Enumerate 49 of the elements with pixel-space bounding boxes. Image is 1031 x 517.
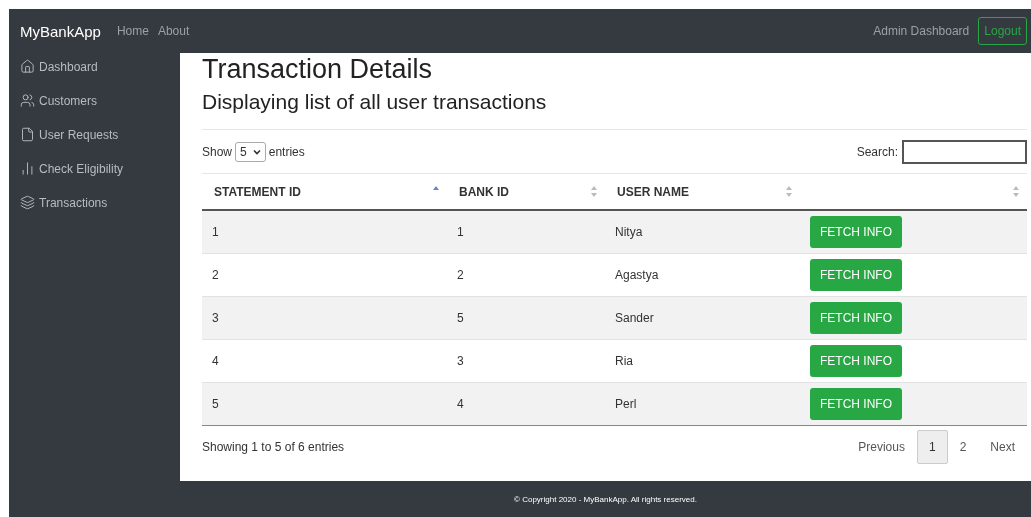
table-cell: Agastya bbox=[605, 253, 800, 296]
table-cell: 1 bbox=[447, 210, 605, 253]
entries-select[interactable]: 5 bbox=[235, 141, 266, 162]
sidebar-item[interactable]: Dashboard bbox=[20, 56, 180, 77]
table-cell: 4 bbox=[447, 382, 605, 425]
footer: © Copyright 2020 - MyBankApp. All rights reserved. bbox=[180, 481, 1031, 517]
users-icon bbox=[20, 93, 35, 108]
show-label: Show bbox=[202, 144, 233, 159]
fetch-info-button[interactable]: FETCH INFO bbox=[810, 344, 902, 377]
fetch-info-button[interactable]: FETCH INFO bbox=[810, 215, 902, 248]
file-icon bbox=[20, 127, 35, 142]
table-cell: 2 bbox=[202, 253, 447, 296]
page-subtitle: Displaying list of all user transactions bbox=[202, 90, 1027, 130]
table-info: Showing 1 to 5 of 6 entries bbox=[202, 439, 345, 454]
table-cell: 5 bbox=[447, 296, 605, 339]
entries-label: entries bbox=[268, 144, 305, 159]
table-cell: Ria bbox=[605, 339, 800, 382]
table-cell: 4 bbox=[202, 339, 447, 382]
table-cell: 1 bbox=[202, 210, 447, 253]
table-cell: 3 bbox=[202, 296, 447, 339]
previous-link[interactable]: Previous bbox=[846, 429, 917, 464]
nav-link[interactable]: About bbox=[157, 24, 190, 38]
table-cell: Nitya bbox=[605, 210, 800, 253]
table-cell: Sander bbox=[605, 296, 800, 339]
table-cell: 2 bbox=[447, 253, 605, 296]
table-cell: 5 bbox=[202, 382, 447, 425]
search-label: Search: bbox=[856, 144, 898, 159]
page-button[interactable]: 2 bbox=[947, 429, 979, 464]
fetch-info-button[interactable]: FETCH INFO bbox=[810, 301, 902, 334]
next-link[interactable]: Next bbox=[978, 429, 1027, 464]
sidebar-item[interactable]: Transactions bbox=[20, 192, 180, 213]
page-title: Transaction Details bbox=[202, 53, 434, 85]
sidebar-item[interactable]: Check Eligibility bbox=[20, 158, 180, 179]
table-cell: Perl bbox=[605, 382, 800, 425]
search-field[interactable] bbox=[902, 139, 1027, 164]
fetch-info-button[interactable]: FETCH INFO bbox=[810, 387, 902, 420]
logout-button[interactable]: Logout bbox=[978, 17, 1027, 45]
fetch-info-button[interactable]: FETCH INFO bbox=[810, 258, 902, 291]
layers-icon bbox=[20, 195, 35, 210]
brand[interactable]: MyBankApp bbox=[20, 22, 101, 40]
table-cell: 3 bbox=[447, 339, 605, 382]
sidebar-item[interactable]: Customers bbox=[20, 90, 180, 111]
page-button[interactable]: 1 bbox=[916, 429, 948, 464]
nav-link[interactable]: Admin Dashboard bbox=[873, 24, 970, 38]
nav-link[interactable]: Home bbox=[116, 24, 149, 38]
sidebar-item[interactable]: User Requests bbox=[20, 124, 180, 145]
home-icon bbox=[20, 59, 35, 74]
bar-chart-icon bbox=[20, 161, 35, 176]
chevron-down-icon bbox=[252, 147, 261, 156]
